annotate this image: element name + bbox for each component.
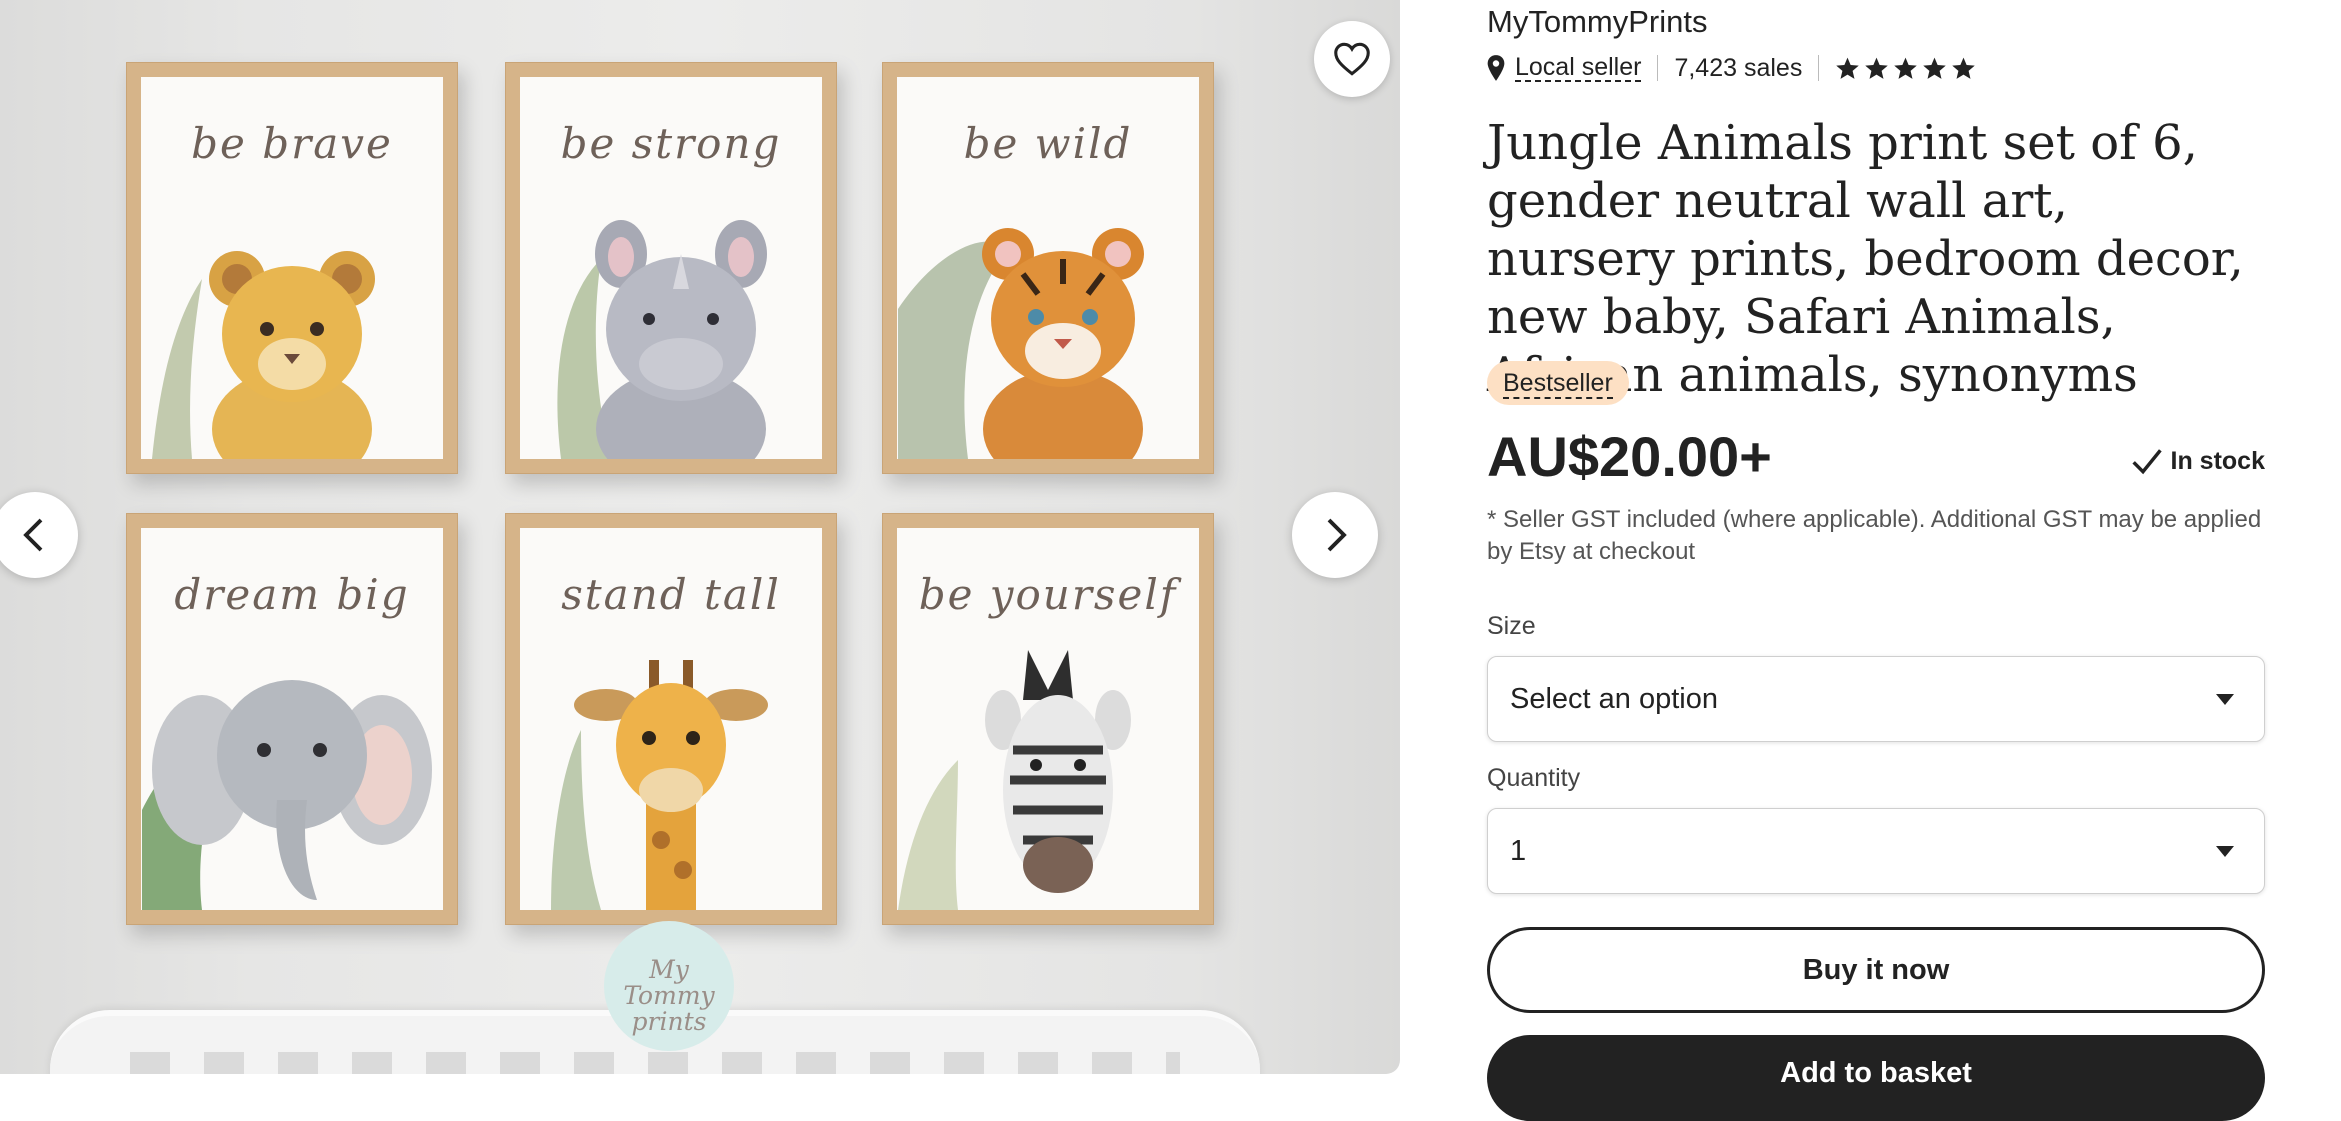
elephant-illustration [142,680,432,910]
size-select[interactable]: Select an option [1487,656,2265,742]
star-icon [1836,57,1860,79]
next-image-button[interactable] [1292,492,1378,578]
location-pin-icon [1487,55,1505,81]
local-seller-link[interactable]: Local seller [1515,54,1642,82]
favorite-button[interactable] [1314,21,1390,97]
caret-down-icon [2216,846,2234,857]
shop-meta-row: Local seller 7,423 sales [1487,50,1976,86]
rating-stars[interactable] [1835,56,1976,81]
rhino-illustration [557,220,767,459]
chevron-right-icon [1327,518,1347,552]
print-frame-giraffe: stand tall [505,513,837,925]
size-label: Size [1487,612,1536,640]
size-select-value: Select an option [1510,682,1718,715]
lion-illustration [152,251,375,459]
gallery-image: be brave be strong be wild dream big sta… [0,0,1400,1074]
gst-note: * Seller GST included (where applicable)… [1487,506,2262,565]
star-icon [1865,57,1889,79]
buy-it-now-button[interactable]: Buy it now [1487,927,2265,1013]
divider [1818,55,1820,81]
stock-status: In stock [2131,446,2265,476]
print-frame-rhino: be strong [505,62,837,474]
star-icon [1952,57,1976,79]
add-to-basket-button[interactable]: Add to basket [1487,1035,2265,1121]
crib-slats [130,1052,1180,1074]
watermark-text: My Tommy [623,955,715,1010]
zebra-illustration [898,650,1131,910]
giraffe-illustration [551,660,768,910]
print-frame-tiger: be wild [882,62,1214,474]
stock-label: In stock [2170,446,2265,475]
print-frame-elephant: dream big [126,513,458,925]
divider [1657,55,1659,81]
quantity-select-value: 1 [1510,834,1527,867]
tiger-illustration [898,228,1144,459]
print-frame-lion: be brave [126,62,458,474]
print-frame-zebra: be yourself [882,513,1214,925]
shop-watermark-logo: My Tommy prints [604,921,734,1051]
caret-down-icon [2216,694,2234,705]
sales-count: 7,423 sales [1674,53,1803,82]
listing-price: AU$20.00+ [1487,425,1772,488]
star-icon [1894,57,1918,79]
badge-label: Bestseller [1503,369,1613,399]
checkmark-icon [2131,449,2162,475]
chevron-left-icon [23,518,43,552]
quantity-label: Quantity [1487,764,1581,792]
star-icon [1923,57,1947,79]
watermark-text: prints [631,1007,707,1036]
shop-name-link[interactable]: MyTommyPrints [1487,4,1707,40]
bestseller-badge[interactable]: Bestseller [1487,361,1629,405]
listing-image-gallery[interactable]: be brave be strong be wild dream big sta… [0,0,1400,1074]
quantity-select[interactable]: 1 [1487,808,2265,894]
heart-icon [1334,42,1370,76]
